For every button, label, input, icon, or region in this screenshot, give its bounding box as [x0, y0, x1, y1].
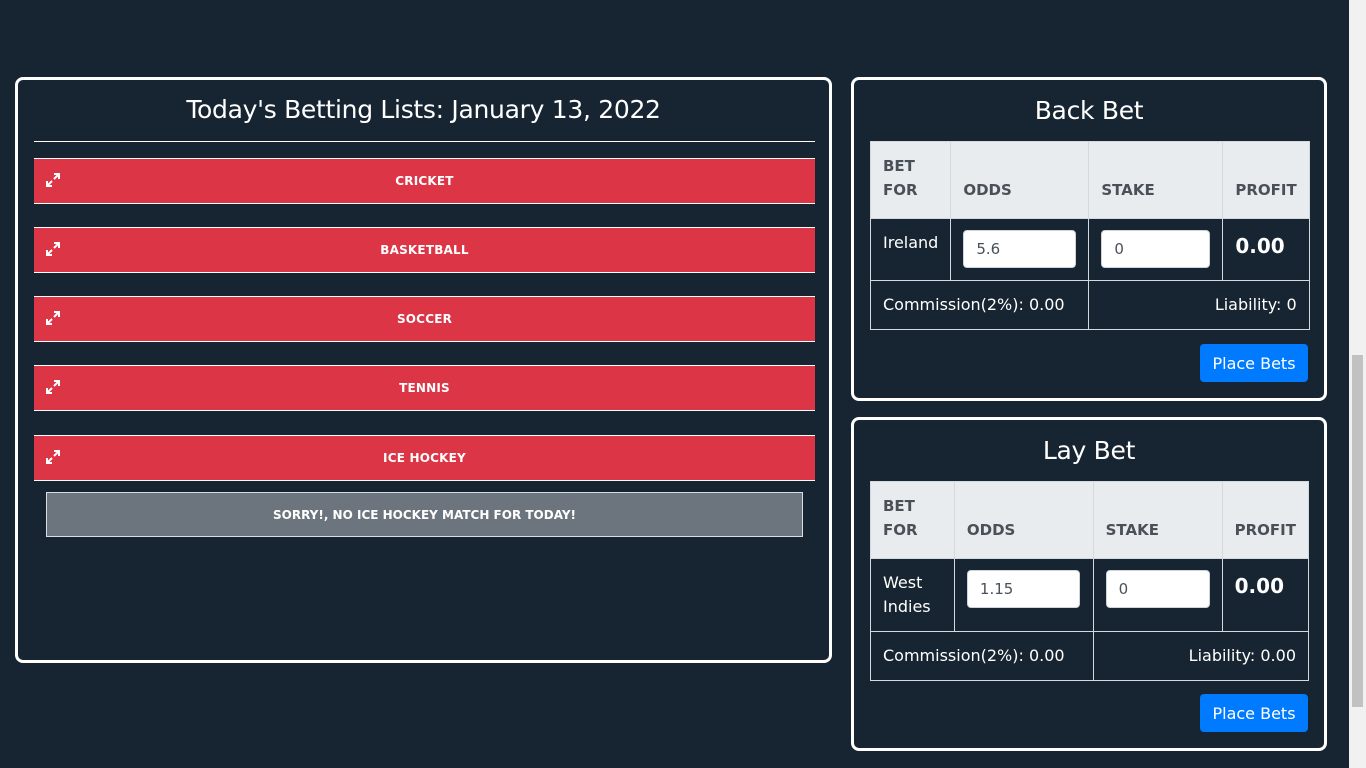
scrollbar-thumb[interactable] [1352, 355, 1363, 707]
lay-bet-panel: Lay Bet BET FOR ODDS STAKE PROFIT West I… [851, 417, 1327, 751]
sport-label: BASKETBALL [380, 243, 469, 257]
sport-label: ICE HOCKEY [383, 451, 466, 465]
odds-input[interactable] [963, 230, 1077, 268]
header-profit: PROFIT [1222, 141, 1310, 219]
lay-bet-table: BET FOR ODDS STAKE PROFIT West Indies 0.… [870, 481, 1310, 681]
odds-input[interactable] [966, 570, 1080, 608]
header-odds: ODDS [950, 141, 1090, 219]
expand-icon [46, 311, 60, 325]
profit-value: 0.00 [1235, 234, 1285, 258]
odds-cell [950, 218, 1090, 281]
back-bet-table: BET FOR ODDS STAKE PROFIT Ireland 0.00 C… [869, 141, 1310, 330]
sport-bar-soccer[interactable]: SOCCER [34, 296, 815, 342]
betting-list-title: Today's Betting Lists: January 13, 2022 [186, 95, 661, 124]
expand-icon [46, 380, 60, 394]
sport-label: TENNIS [399, 381, 450, 395]
odds-cell [953, 558, 1094, 632]
lay-bet-title: Lay Bet [1042, 436, 1136, 465]
title-divider [34, 141, 815, 142]
place-back-bets-button[interactable]: Place Bets [1200, 344, 1308, 382]
expand-icon [46, 173, 60, 187]
stake-cell [1088, 218, 1224, 281]
header-stake: STAKE [1088, 141, 1224, 219]
back-bet-title: Back Bet [1034, 96, 1144, 125]
sport-bar-ice-hockey[interactable]: ICE HOCKEY [34, 435, 815, 481]
profit-cell: 0.00 [1222, 218, 1310, 281]
page-scrollbar[interactable] [1349, 0, 1366, 768]
bet-for-team: West Indies [870, 558, 955, 632]
commission-text: Commission(2%): 0.00 [870, 631, 1094, 681]
sport-label: CRICKET [395, 174, 454, 188]
profit-cell: 0.00 [1221, 558, 1310, 632]
betting-list-panel: Today's Betting Lists: January 13, 2022 … [15, 77, 832, 663]
liability-text: Liability: 0.00 [1092, 631, 1310, 681]
sport-bar-tennis[interactable]: TENNIS [34, 365, 815, 411]
header-bet-for: BET FOR [870, 481, 955, 559]
no-match-message: SORRY!, NO ICE HOCKEY MATCH FOR TODAY! [46, 492, 803, 537]
sport-bar-basketball[interactable]: BASKETBALL [34, 227, 815, 273]
header-profit: PROFIT [1221, 481, 1310, 559]
bet-for-team: Ireland [869, 218, 952, 281]
sport-label: SOCCER [396, 312, 453, 326]
header-bet-for: BET FOR [869, 141, 952, 219]
profit-value: 0.00 [1234, 574, 1284, 598]
expand-icon [46, 450, 60, 464]
header-stake: STAKE [1092, 481, 1223, 559]
back-bet-panel: Back Bet BET FOR ODDS STAKE PROFIT Irela… [851, 77, 1327, 401]
header-odds: ODDS [953, 481, 1094, 559]
stake-cell [1092, 558, 1223, 632]
stake-input[interactable] [1105, 570, 1210, 608]
stake-input[interactable] [1101, 230, 1211, 268]
place-lay-bets-button[interactable]: Place Bets [1200, 694, 1308, 732]
liability-text: Liability: 0 [1088, 280, 1310, 330]
expand-icon [46, 242, 60, 256]
sport-bar-cricket[interactable]: CRICKET [34, 158, 815, 204]
commission-text: Commission(2%): 0.00 [869, 280, 1090, 330]
